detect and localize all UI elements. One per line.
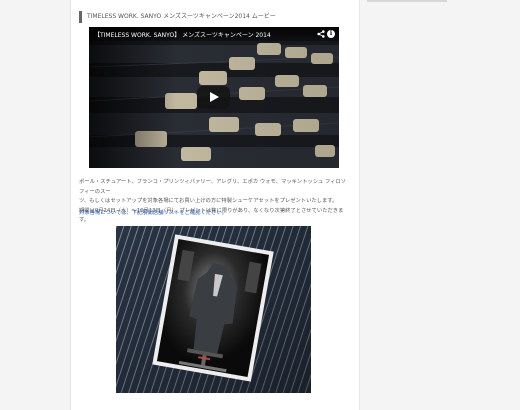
sidebar-divider [367, 0, 447, 2]
store-list-link[interactable]: 対象各場については、下記展開店舗リストをご確認ください。 [79, 209, 349, 218]
campaign-photo [116, 226, 311, 393]
video-title-bar: 【TIMELESS WORK. SANYO】 メンズスーツキャンペーン 2014 [89, 27, 339, 41]
video-player[interactable]: 【TIMELESS WORK. SANYO】 メンズスーツキャンペーン 2014… [89, 27, 339, 168]
video-title[interactable]: 【TIMELESS WORK. SANYO】 メンズスーツキャンペーン 2014 [94, 30, 271, 39]
play-button[interactable] [197, 86, 230, 109]
share-icon[interactable] [317, 30, 325, 38]
paragraph-line: ポール・スチュアート、フランコ・プリンツィバァリー、アレグリ、エポカ ウォモ、マ… [79, 179, 347, 195]
paragraph-line: ツ、もしくはセットアップを対象各場にてお買い上げの方に特製シューケアセットをプレ… [79, 198, 338, 204]
section-heading: TIMELESS WORK. SANYO メンズスーツキャンペーン2014 ムー… [79, 11, 357, 23]
info-icon[interactable]: i [327, 30, 335, 38]
play-icon [210, 92, 219, 102]
article-paragraph: ポール・スチュアート、フランコ・プリンツィバァリー、アレグリ、エポカ ウォモ、マ… [79, 178, 349, 226]
